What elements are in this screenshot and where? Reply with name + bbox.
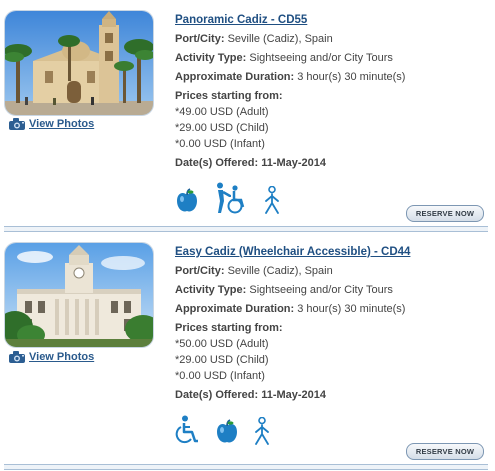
- walking-icon: [265, 186, 279, 214]
- prices-heading: Prices starting from:: [175, 322, 283, 334]
- duration-label: Approximate Duration:: [175, 71, 295, 83]
- date-row: Date(s) Offered: 11-May-2014: [175, 387, 485, 403]
- activity-label: Activity Type:: [175, 284, 247, 296]
- duration-value: 3 hour(s) 30 minute(s): [297, 303, 406, 315]
- activity-value: Sightseeing and/or City Tours: [249, 284, 393, 296]
- duration-row: Approximate Duration: 3 hour(s) 30 minut…: [175, 69, 485, 85]
- view-photos-link[interactable]: View Photos: [8, 117, 94, 131]
- view-photos-link[interactable]: View Photos: [8, 350, 94, 364]
- port-row: Port/City: Seville (Cadiz), Spain: [175, 31, 485, 47]
- date-label: Date(s) Offered:: [175, 157, 259, 169]
- port-row: Port/City: Seville (Cadiz), Spain: [175, 263, 485, 279]
- port-label: Port/City:: [175, 33, 225, 45]
- walking-icon: [255, 417, 269, 445]
- activity-row: Activity Type: Sightseeing and/or City T…: [175, 282, 485, 298]
- activity-icons: [175, 182, 281, 214]
- price-infant: *0.00 USD (Infant): [175, 138, 265, 150]
- tour-photo[interactable]: [4, 242, 154, 348]
- tour-title-link[interactable]: Panoramic Cadiz - CD55: [175, 12, 485, 28]
- duration-value: 3 hour(s) 30 minute(s): [297, 71, 406, 83]
- port-value: Seville (Cadiz), Spain: [227, 265, 333, 277]
- date-value: 11-May-2014: [261, 157, 327, 169]
- camera-icon: [9, 118, 25, 130]
- tour-listing: View Photos Panoramic Cadiz - CD55 Port/…: [0, 0, 495, 226]
- price-infant: *0.00 USD (Infant): [175, 370, 265, 382]
- price-adult: *49.00 USD (Adult): [175, 106, 269, 118]
- tour-title-link[interactable]: Easy Cadiz (Wheelchair Accessible) - CD4…: [175, 244, 485, 260]
- tour-info: Panoramic Cadiz - CD55 Port/City: Sevill…: [175, 12, 485, 174]
- price-child: *29.00 USD (Child): [175, 354, 269, 366]
- view-photos-label: View Photos: [29, 118, 95, 130]
- wheelchair-icon: [175, 415, 198, 444]
- date-value: 11-May-2014: [261, 389, 327, 401]
- camera-icon: [9, 351, 25, 363]
- reserve-now-button[interactable]: RESERVE NOW: [406, 205, 484, 222]
- price-child: *29.00 USD (Child): [175, 122, 269, 134]
- port-label: Port/City:: [175, 265, 225, 277]
- duration-row: Approximate Duration: 3 hour(s) 30 minut…: [175, 301, 485, 317]
- price-adult: *50.00 USD (Adult): [175, 338, 269, 350]
- duration-label: Approximate Duration:: [175, 303, 295, 315]
- city-hall-photo: [5, 243, 153, 347]
- date-row: Date(s) Offered: 11-May-2014: [175, 155, 485, 171]
- activity-value: Sightseeing and/or City Tours: [249, 52, 393, 64]
- listing-divider: [4, 464, 488, 470]
- activity-icons: [175, 415, 271, 445]
- prices-heading: Prices starting from:: [175, 90, 283, 102]
- date-label: Date(s) Offered:: [175, 389, 259, 401]
- view-photos-label: View Photos: [29, 351, 95, 363]
- wheelchair-assist-icon: [217, 182, 245, 214]
- apple-icon: [217, 419, 237, 443]
- port-value: Seville (Cadiz), Spain: [227, 33, 333, 45]
- tour-photo[interactable]: [4, 10, 154, 116]
- cathedral-photo: [5, 11, 153, 115]
- reserve-now-button[interactable]: RESERVE NOW: [406, 443, 484, 460]
- activity-label: Activity Type:: [175, 52, 247, 64]
- tour-info: Easy Cadiz (Wheelchair Accessible) - CD4…: [175, 244, 485, 406]
- tour-listing: View Photos Easy Cadiz (Wheelchair Acces…: [0, 232, 495, 468]
- activity-row: Activity Type: Sightseeing and/or City T…: [175, 50, 485, 66]
- apple-icon: [177, 188, 197, 212]
